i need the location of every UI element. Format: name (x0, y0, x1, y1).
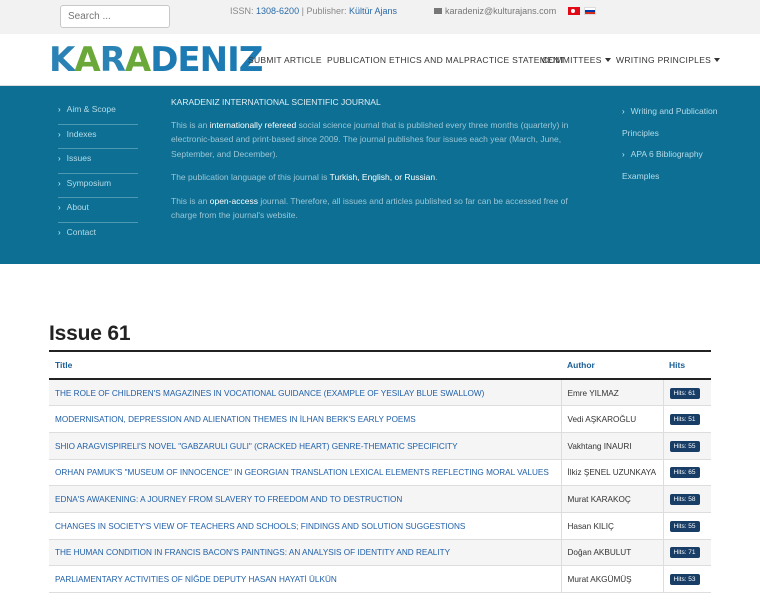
link-symposium[interactable]: › Symposium (58, 174, 138, 198)
hits-badge: Hits: 53 (669, 574, 700, 586)
article-author: Murat KARAKOÇ (567, 495, 631, 505)
chevron-right-icon: › (58, 178, 61, 188)
about-paragraph-3: This is an open-access journal. Therefor… (171, 195, 568, 221)
table-row: THE ROLE OF CHILDREN'S MAGAZINES IN VOCA… (49, 379, 711, 407)
email-address[interactable]: karadeniz@kulturajans.com (445, 6, 556, 16)
link-issues[interactable]: › Issues (58, 149, 138, 174)
chevron-down-icon (604, 58, 611, 62)
article-author: Hasan KILIÇ (567, 521, 614, 531)
hits-badge: Hits: 58 (669, 494, 700, 506)
link-about[interactable]: › About (58, 198, 138, 223)
about-paragraph-1: This is an internationally refereed soci… (171, 119, 569, 159)
table-header: Title Author Hits (49, 351, 711, 379)
chevron-right-icon: › (58, 203, 61, 212)
link-contact[interactable]: › Contact (58, 223, 138, 248)
article-title-link[interactable]: EDNA'S AWAKENING: A JOURNEY FROM SLAVERY… (55, 495, 402, 504)
info-band: › Aim & Scope › Indexes › Issues › Symposium… (0, 86, 760, 264)
link-apa-examples[interactable]: › APA 6 Bibliography Examples (622, 144, 722, 187)
publisher-label: Publisher: (306, 6, 347, 16)
chevron-right-icon: › (58, 105, 61, 114)
hits-badge: Hits: 51 (669, 414, 700, 426)
hits-badge: Hits: 71 (669, 547, 700, 559)
article-author: Doğan AKBULUT (567, 548, 632, 558)
journal-description: KARADENIZ INTERNATIONAL SCIENTIFIC JOURN… (171, 95, 576, 232)
nav-submit-article[interactable]: SUBMIT ARTICLE (248, 55, 322, 65)
article-author: Vedi AŞKAROĞLU (567, 415, 637, 425)
nav-publication-ethics[interactable]: PUBLICATION ETHICS AND MALPRACTICE STATE… (327, 55, 565, 65)
about-heading: KARADENIZ INTERNATIONAL SCIENTIFIC JOURN… (171, 97, 381, 107)
link-indexes[interactable]: › Indexes (58, 125, 138, 149)
table-row: SHIO ARAGVISPIRELI'S NOVEL "GABZARULI GU… (49, 432, 711, 460)
russian-flag-icon[interactable] (584, 7, 596, 15)
nav-committees[interactable]: COMMITTEES (542, 55, 611, 65)
table-row: CHANGES IN SOCIETY'S VIEW OF TEACHERS AN… (49, 512, 711, 540)
writing-links: › Writing and Publication Principles › APA… (622, 101, 722, 187)
column-header-title[interactable]: Title (49, 351, 561, 379)
article-title-link[interactable]: MODERNISATION, DEPRESSION AND ALIENATION… (55, 415, 416, 424)
hits-badge: Hits: 55 (669, 440, 700, 452)
table-row: THE HUMAN CONDITION IN FRANCIS BACON'S P… (49, 539, 711, 567)
search-input[interactable] (60, 5, 170, 28)
chevron-right-icon: › (58, 227, 61, 237)
link-aim-scope[interactable]: › Aim & Scope (58, 100, 138, 125)
article-author: Murat AKGÜMÜŞ (567, 575, 632, 585)
article-title-link[interactable]: THE HUMAN CONDITION IN FRANCIS BACON'S P… (55, 548, 450, 557)
turkish-flag-icon[interactable] (568, 7, 580, 15)
nav-writing-principles[interactable]: WRITING PRINCIPLES (616, 55, 721, 65)
article-title-link[interactable]: PARLIAMENTARY ACTIVITIES OF NİĞDE DEPUTY… (55, 575, 337, 584)
envelope-icon (434, 8, 442, 14)
table-row: MODERNISATION, DEPRESSION AND ALIENATION… (49, 405, 711, 433)
quick-links: › Aim & Scope › Indexes › Issues › Symposium… (58, 100, 138, 247)
page-title: Issue 61 (49, 322, 131, 345)
link-writing-principles[interactable]: › Writing and Publication Principles (622, 101, 722, 144)
hits-badge: Hits: 55 (669, 520, 700, 532)
site-header: KARADENIZ SUBMIT ARTICLE PUBLICATION ETH… (0, 34, 760, 86)
table-row: EDNA'S AWAKENING: A JOURNEY FROM SLAVERY… (49, 485, 711, 513)
article-author: İlkiz ŞENEL UZUNKAYA (567, 468, 657, 478)
article-author: Emre YILMAZ (567, 388, 619, 398)
articles-table: Title Author Hits THE ROLE OF CHILDREN'S… (49, 350, 711, 593)
top-bar: ISSN: 1308-6200 | Publisher: Kültür Ajan… (0, 0, 760, 34)
issn-value: 1308-6200 (256, 6, 300, 16)
site-logo[interactable]: KARADENIZ (49, 42, 263, 78)
article-title-link[interactable]: CHANGES IN SOCIETY'S VIEW OF TEACHERS AN… (55, 522, 465, 531)
article-title-link[interactable]: THE ROLE OF CHILDREN'S MAGAZINES IN VOCA… (55, 389, 484, 398)
email-contact[interactable]: karadeniz@kulturajans.com (434, 6, 556, 16)
chevron-right-icon: › (622, 107, 625, 116)
chevron-right-icon: › (58, 154, 61, 163)
issn-separator: | (301, 6, 304, 16)
hits-badge: Hits: 61 (669, 387, 700, 399)
issn-label: ISSN: (230, 6, 254, 16)
column-header-hits[interactable]: Hits (663, 351, 711, 379)
article-author: Vakhtang INAURI (567, 441, 632, 451)
about-paragraph-2: The publication language of this journal… (171, 172, 438, 182)
chevron-down-icon (714, 58, 721, 62)
chevron-right-icon: › (622, 150, 625, 159)
table-row: PARLIAMENTARY ACTIVITIES OF NİĞDE DEPUTY… (49, 565, 711, 593)
article-title-link[interactable]: ORHAN PAMUK'S "MUSEUM OF INNOCENCE" IN G… (55, 468, 549, 477)
table-row: ORHAN PAMUK'S "MUSEUM OF INNOCENCE" IN G… (49, 459, 711, 487)
article-title-link[interactable]: SHIO ARAGVISPIRELI'S NOVEL "GABZARULI GU… (55, 442, 458, 451)
publisher-link[interactable]: Kültür Ajans (349, 6, 397, 16)
issn-info: ISSN: 1308-6200 | Publisher: Kültür Ajan… (230, 6, 397, 16)
hits-badge: Hits: 65 (669, 467, 700, 479)
chevron-right-icon: › (58, 129, 61, 139)
column-header-author[interactable]: Author (561, 351, 663, 379)
